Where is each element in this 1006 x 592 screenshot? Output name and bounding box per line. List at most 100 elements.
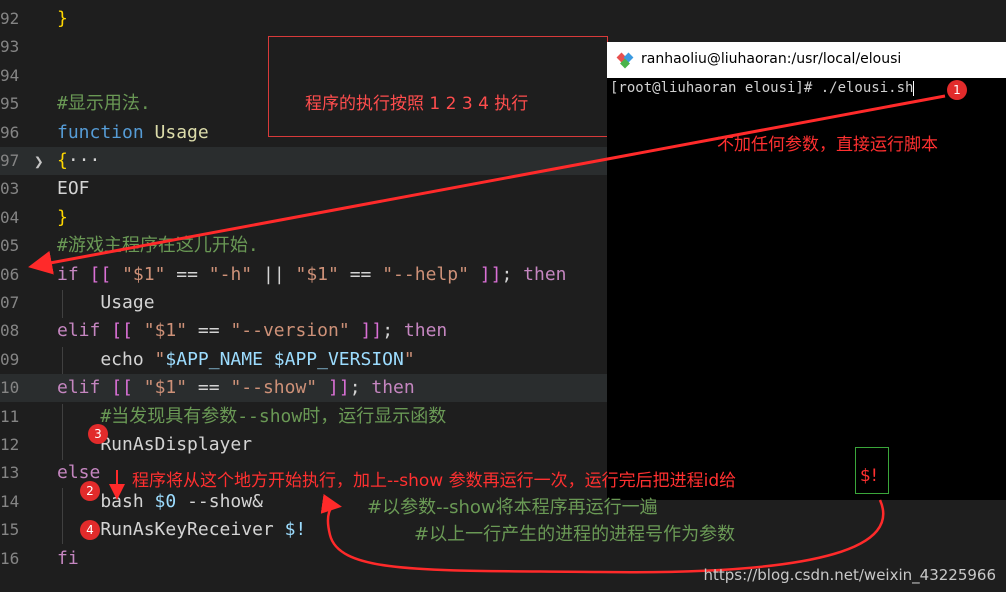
pid-variable-note: $! (860, 466, 878, 486)
code-token: "--help" (382, 263, 469, 285)
step-badge-3: 3 (88, 424, 108, 444)
code-token: then (523, 263, 567, 285)
line-number: 16 (0, 548, 20, 568)
line-code: RunAsDisplayer (57, 431, 252, 459)
execution-order-note: 程序的执行按照 1 2 3 4 执行 (268, 36, 608, 137)
code-token: ]] (479, 263, 502, 285)
line-number: 04 (0, 207, 20, 227)
code-token: #显示用法. (57, 93, 151, 115)
rerun-comment: #以参数--show将本程序再运行一遍 (367, 497, 658, 518)
code-token: { (57, 150, 68, 171)
code-token: then (371, 377, 415, 399)
line-code: Usage (57, 289, 155, 317)
line-number: 97 (0, 151, 20, 170)
code-token: $APP_NAME (165, 348, 263, 370)
code-token: == (165, 263, 209, 285)
code-token: if (57, 263, 79, 285)
code-token: } (57, 8, 68, 29)
line-number: 14 (0, 491, 20, 511)
fold-chevron-icon[interactable]: ❯ (34, 152, 44, 171)
terminal-title: ranhaoliu@liuhaoran:/usr/local/elousi (641, 51, 902, 67)
line-code: elif [[ "$1" == "--show" ]]; then (57, 374, 415, 402)
line-code: echo "$APP_NAME $APP_VERSION" (57, 346, 415, 374)
code-token: $APP_VERSION (273, 348, 404, 370)
line-number: 08 (0, 321, 20, 341)
code-token: "--version" (230, 320, 350, 342)
code-token: elif (57, 377, 101, 399)
code-token: Usage (154, 121, 209, 143)
code-token: then (403, 320, 448, 342)
code-token: fi (57, 547, 79, 569)
line-code: fi (57, 545, 79, 573)
start-execution-note: 程序将从这个地方开始执行，加上--show 参数再运行一次，运行完后把进程id给 (132, 471, 737, 491)
code-token: $! (284, 519, 307, 541)
code-token: "--show" (230, 377, 318, 399)
line-number: 07 (0, 293, 20, 312)
line-code: } (57, 204, 68, 232)
line-code: #当发现具有参数--show时，运行显示函数 (57, 403, 446, 431)
terminal-title-bar[interactable]: ranhaoliu@liuhaoran:/usr/local/elousi (607, 42, 1006, 78)
line-number: 10 (0, 378, 20, 398)
code-token: $0 (154, 490, 177, 512)
code-token: == (187, 320, 231, 342)
line-number: 12 (0, 435, 20, 454)
line-number: 96 (0, 122, 20, 142)
line-code: #游戏主程序在这儿开始. (57, 232, 259, 260)
code-token: function (57, 121, 144, 143)
code-token: " (403, 348, 415, 370)
code-token: EOF (57, 178, 90, 200)
code-token: #当发现具有参数--show时，运行显示函数 (100, 405, 447, 427)
code-token: == (338, 263, 383, 285)
line-number: 06 (0, 264, 20, 284)
code-token: RunAsDisplayer (57, 434, 253, 455)
code-token: ; (349, 377, 372, 399)
terminal-app-icon (616, 52, 634, 69)
line-number: 94 (0, 65, 20, 85)
code-line[interactable]: 92} (0, 5, 1006, 33)
terminal-window[interactable]: ranhaoliu@liuhaoran:/usr/local/elousi [r… (607, 42, 1006, 500)
terminal-prompt: [root@liuhaoran elousi]# ./elousi.sh (610, 80, 914, 96)
line-number: 03 (0, 179, 20, 199)
code-token: "-h" (208, 263, 253, 285)
line-number: 11 (0, 406, 20, 426)
line-code: elif [[ "$1" == "--version" ]]; then (57, 317, 447, 345)
code-token: [[ (89, 263, 112, 285)
code-token: [[ (111, 377, 133, 399)
code-token: == (187, 377, 231, 399)
no-args-note: 不加任何参数，直接运行脚本 (717, 135, 938, 155)
step-badge-2: 2 (80, 481, 100, 501)
line-number: 15 (0, 520, 20, 540)
line-number: 05 (0, 236, 20, 256)
code-token: } (57, 206, 68, 228)
code-token: ··· (67, 150, 101, 171)
code-token: "$1" (295, 263, 339, 285)
line-number: 93 (0, 37, 20, 57)
code-token: ]] (328, 377, 350, 399)
line-number: 13 (0, 463, 20, 483)
code-token: Usage (100, 292, 155, 313)
line-code: {··· (57, 147, 100, 175)
code-token: ; (382, 320, 404, 342)
code-token: bash (57, 490, 155, 512)
code-token: echo (57, 348, 155, 370)
terminal-prompt-line[interactable]: [root@liuhaoran elousi]# ./elousi.sh (610, 80, 915, 96)
code-token: elif (57, 320, 101, 342)
code-token: || (252, 263, 296, 285)
line-code: if [[ "$1" == "-h" || "$1" == "--help" ]… (57, 261, 567, 289)
code-token: ]] (360, 320, 383, 342)
code-token: --show& (176, 490, 263, 512)
code-token: ; (501, 263, 524, 285)
line-code: #显示用法. (57, 90, 151, 118)
